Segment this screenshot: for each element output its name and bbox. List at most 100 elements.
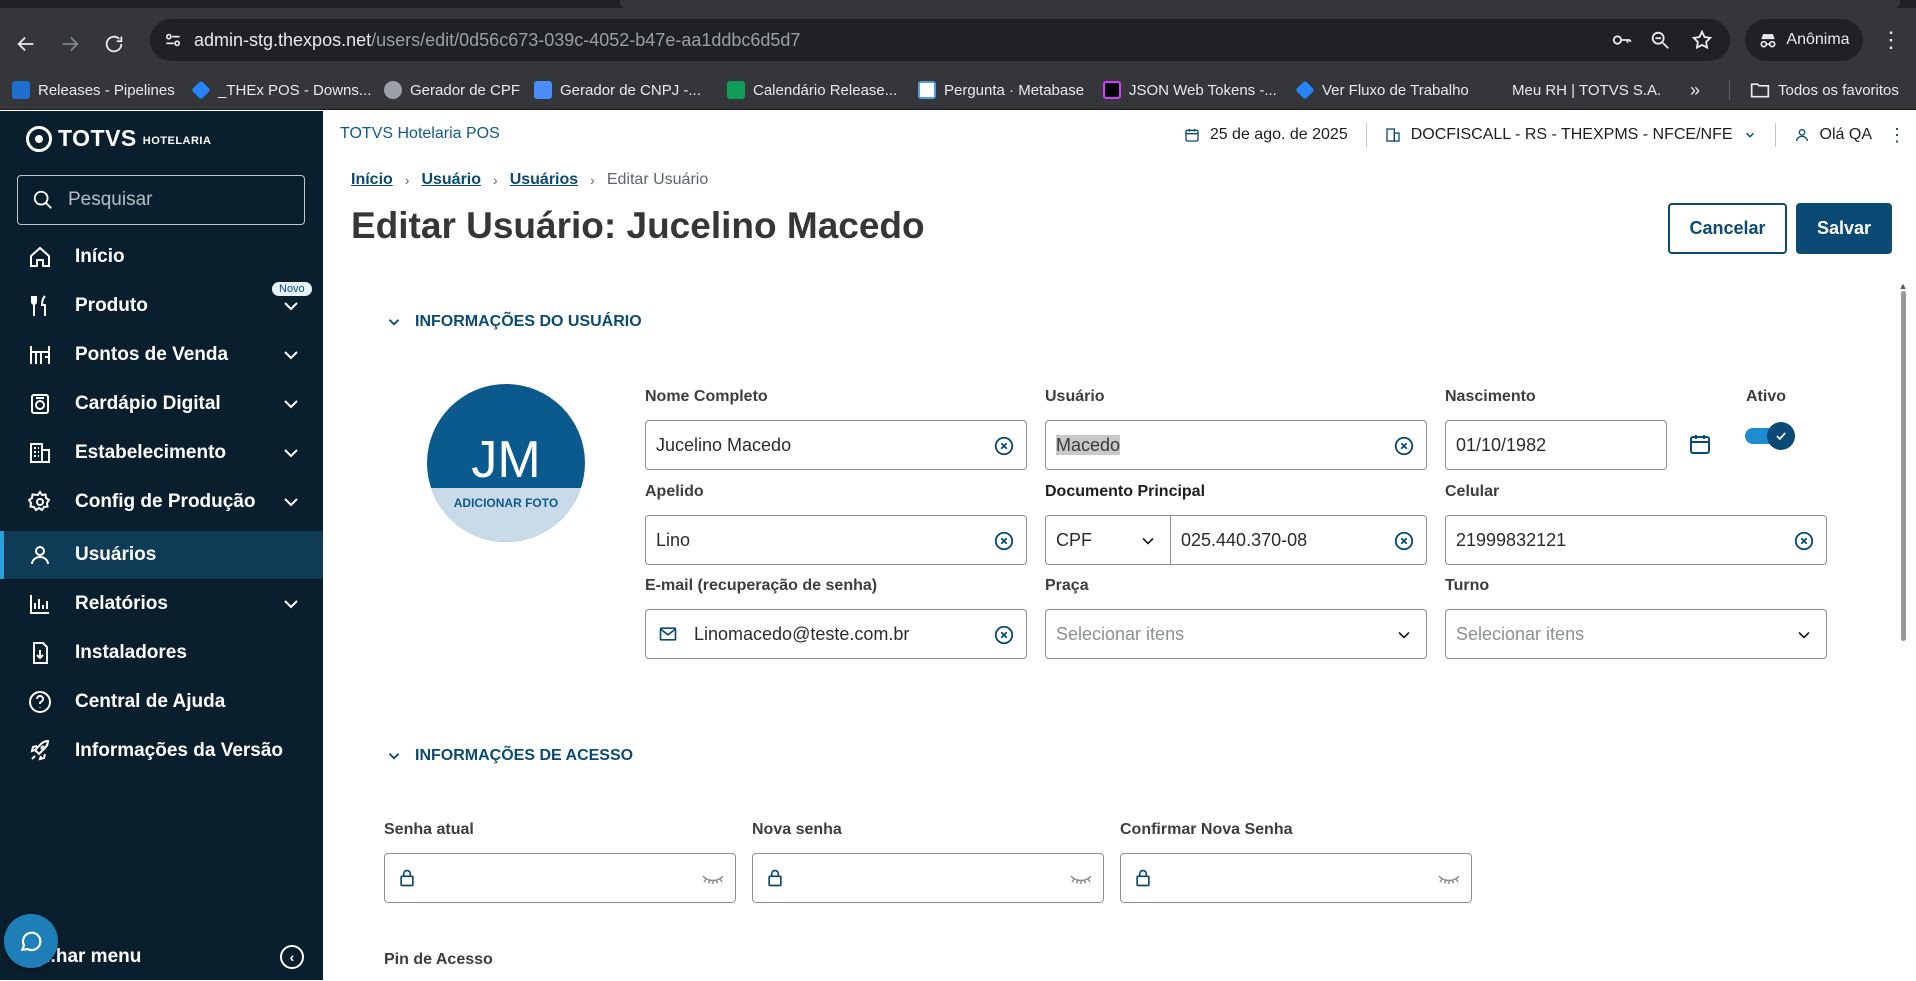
sidebar-item-pontos-de-venda[interactable]: Pontos de Venda	[0, 331, 323, 379]
incognito-profile-button[interactable]: Anônima	[1745, 19, 1863, 61]
digital-menu-icon	[27, 391, 53, 417]
browser-menu-icon[interactable]: ⋮	[1880, 27, 1902, 53]
site-info-icon[interactable]	[160, 27, 186, 53]
calendar-icon[interactable]	[1688, 432, 1712, 456]
bookmark-item[interactable]: Pergunta · Metabase	[918, 76, 1084, 104]
sidebar-item-relatorios[interactable]: Relatórios	[0, 580, 323, 628]
chart-icon	[27, 591, 53, 617]
scroll-up-icon[interactable]: ▲	[1898, 281, 1908, 291]
bookmark-favicon	[1103, 81, 1121, 99]
collapse-menu-icon[interactable]: ‹	[280, 945, 304, 969]
active-toggle[interactable]	[1745, 422, 1795, 450]
bookmark-item[interactable]: Releases - Pipelines	[12, 76, 175, 104]
app-name: TOTVS Hotelaria POS	[340, 125, 500, 142]
page-title: Editar Usuário: Jucelino Macedo	[351, 205, 925, 246]
section-user-info-toggle[interactable]: INFORMAÇÕES DO USUÁRIO	[385, 313, 642, 331]
more-vertical-icon[interactable]: ⋮	[1888, 125, 1906, 146]
bookmark-star-icon[interactable]	[1690, 28, 1714, 52]
check-icon	[1776, 432, 1786, 441]
back-icon[interactable]	[8, 26, 44, 62]
avatar[interactable]: JM ADICIONAR FOTO	[427, 384, 585, 542]
active-label: Ativo	[1746, 388, 1786, 405]
section-access-info-toggle[interactable]: INFORMAÇÕES DE ACESSO	[385, 747, 633, 765]
birth-date-field[interactable]: 01/10/1982	[1445, 420, 1667, 470]
breadcrumb-link-inicio[interactable]: Início	[351, 171, 393, 189]
bookmark-item[interactable]: Gerador de CNPJ -...	[534, 76, 701, 104]
user-menu[interactable]: Olá QA ⋮	[1776, 125, 1916, 146]
bookmark-item[interactable]: Calendário Release...	[727, 76, 897, 104]
full-name-label: Nome Completo	[645, 388, 768, 405]
password-key-icon[interactable]	[1610, 28, 1634, 52]
sidebar-item-inicio[interactable]: Início	[0, 233, 323, 281]
clear-icon[interactable]	[993, 624, 1015, 646]
sidebar-item-cardapio-digital[interactable]: Cardápio Digital	[0, 380, 323, 428]
clear-icon[interactable]	[1393, 435, 1415, 457]
search-input[interactable]	[68, 189, 288, 211]
address-bar[interactable]: admin-stg.thexpos.net/users/edit/0d56c67…	[150, 19, 1730, 61]
new-password-field[interactable]	[752, 853, 1104, 903]
clear-icon[interactable]	[993, 530, 1015, 552]
bookmark-item[interactable]: Ver Fluxo de Trabalho	[1295, 76, 1469, 104]
breadcrumb-link-usuario[interactable]: Usuário	[421, 171, 481, 189]
shift-multiselect[interactable]: Selecionar itens	[1445, 609, 1827, 659]
date-display: 25 de ago. de 2025	[1166, 126, 1366, 144]
scrollbar-thumb[interactable]	[1901, 291, 1906, 641]
square-multiselect[interactable]: Selecionar itens	[1045, 609, 1427, 659]
breadcrumb-link-usuarios[interactable]: Usuários	[510, 171, 578, 189]
search-icon	[33, 190, 52, 209]
save-button[interactable]: Salvar	[1796, 203, 1892, 254]
forward-icon[interactable]	[52, 26, 88, 62]
browser-tab[interactable]	[620, 0, 1900, 8]
current-password-field[interactable]	[384, 853, 736, 903]
bookmark-item[interactable]: _THEx POS - Downs...	[191, 76, 371, 104]
sidebar-item-usuarios[interactable]: Usuários	[0, 531, 323, 579]
sidebar-search[interactable]	[17, 175, 305, 225]
email-field[interactable]: Linomacedo@teste.com.br	[645, 609, 1027, 659]
building-icon	[1386, 128, 1400, 142]
email-label: E-mail (recuperação de senha)	[645, 577, 878, 594]
sidebar-item-central-de-ajuda[interactable]: Central de Ajuda	[0, 678, 323, 726]
sidebar-item-instaladores[interactable]: Instaladores	[0, 629, 323, 677]
sidebar-item-informacoes-da-versao[interactable]: Informações da Versão	[0, 727, 323, 775]
store-icon	[27, 342, 53, 368]
establishment-selector[interactable]: DOCFISCALL - RS - THEXPMS - NFCE/NFE	[1367, 126, 1775, 144]
totvs-logo[interactable]: TOTVS HOTELARIA	[26, 125, 211, 152]
sidebar-item-config-de-producao[interactable]: Config de Produção	[0, 478, 323, 526]
bookmarks-overflow-button[interactable]: »	[1690, 76, 1700, 104]
chevron-right-icon: ›	[590, 172, 595, 188]
clear-icon[interactable]	[1393, 530, 1415, 552]
sidebar-item-estabelecimento[interactable]: Estabelecimento	[0, 429, 323, 477]
bookmark-favicon	[534, 81, 552, 99]
eye-closed-icon[interactable]	[1069, 870, 1093, 888]
username-field[interactable]: Macedo	[1045, 420, 1427, 470]
add-photo-button[interactable]: ADICIONAR FOTO	[427, 488, 585, 542]
url-text[interactable]: admin-stg.thexpos.net/users/edit/0d56c67…	[194, 30, 800, 51]
confirm-password-field[interactable]	[1120, 853, 1472, 903]
current-password-label: Senha atual	[384, 821, 474, 838]
document-type-select[interactable]: CPF	[1045, 515, 1171, 565]
lock-icon	[1136, 869, 1150, 887]
clear-icon[interactable]	[993, 435, 1015, 457]
cancel-button[interactable]: Cancelar	[1668, 203, 1787, 254]
mobile-field[interactable]: 21999832121	[1445, 515, 1827, 565]
eye-closed-icon[interactable]	[1437, 870, 1461, 888]
bookmark-item[interactable]: JSON Web Tokens -...	[1103, 76, 1277, 104]
nickname-field[interactable]: Lino	[645, 515, 1027, 565]
clear-icon[interactable]	[1793, 530, 1815, 552]
bookmark-favicon	[384, 81, 402, 99]
zoom-icon[interactable]	[1648, 28, 1672, 52]
document-number-field[interactable]: 025.440.370-08	[1170, 515, 1427, 565]
bookmark-item[interactable]: Gerador de CPF	[384, 76, 520, 104]
chevron-right-icon: ›	[493, 172, 498, 188]
nickname-label: Apelido	[645, 483, 704, 500]
installer-icon	[27, 640, 53, 666]
scrollbar[interactable]: ▲	[1898, 281, 1908, 980]
reload-icon[interactable]	[96, 26, 132, 62]
cutlery-icon	[27, 293, 53, 319]
chat-button[interactable]	[4, 914, 58, 968]
mail-icon	[659, 627, 677, 641]
bookmark-item[interactable]: Meu RH | TOTVS S.A.	[1486, 76, 1661, 104]
eye-closed-icon[interactable]	[701, 870, 725, 888]
full-name-field[interactable]: Jucelino Macedo	[645, 420, 1027, 470]
all-bookmarks-folder[interactable]: Todos os favoritos	[1750, 76, 1899, 104]
